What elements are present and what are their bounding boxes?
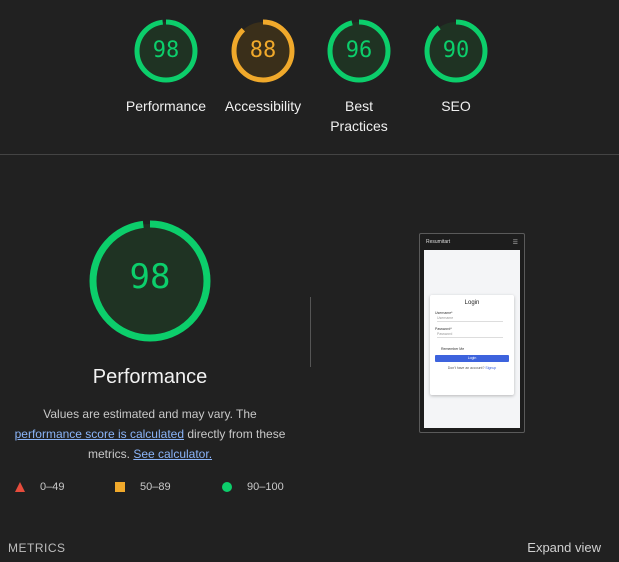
legend-average: 50–89 [115,481,171,493]
legend-pass-label: 90–100 [247,481,284,493]
vertical-divider [310,297,311,367]
gauge-seo[interactable]: 90 SEO [401,18,511,116]
signup-prompt: Don't have an account? [447,366,486,370]
performance-description: Values are estimated and may vary. The p… [0,404,300,464]
legend-pass: 90–100 [222,481,284,493]
gauge-accessibility[interactable]: 88 Accessibility [208,18,318,116]
gauge-label: SEO [441,98,471,114]
square-icon [115,482,125,492]
login-button: Login [435,355,509,362]
gauge-label: Accessibility [224,98,302,114]
circle-icon [222,482,232,492]
gauge-label: Best Practices [330,98,388,134]
section-divider [0,154,619,155]
username-field: Username [437,316,503,322]
final-screenshot[interactable]: Resumitart ☰ Login Username* Username Pa… [419,233,525,433]
metrics-heading: METRICS [8,541,66,555]
legend-fail-label: 0–49 [40,481,65,493]
score-legend: 0–49 50–89 90–100 [0,481,310,497]
performance-title: Performance [92,366,208,388]
remember-me: Remember Me [441,347,465,351]
triangle-icon [15,482,25,492]
desc-line-2: performance score is calculated directly… [0,424,300,464]
gauge-performance[interactable]: 98 Performance [111,18,221,116]
gauge-score: 96 [345,38,373,63]
gauge-best-practices[interactable]: 96 Best Practices [304,18,414,136]
performance-score: 98 [129,257,171,297]
legend-average-label: 50–89 [140,481,171,493]
screenshot-app-name: Resumitart [426,239,451,245]
login-title: Login [464,300,480,306]
performance-gauge: 98 [87,218,213,344]
score-calculated-link[interactable]: performance score is calculated [15,427,184,441]
expand-view-button[interactable]: Expand view [527,540,601,555]
password-field: Password [437,332,503,338]
password-label: Password* [435,327,452,331]
signup-text: Don't have an account? Signup [430,366,514,370]
desc-line: Values are estimated and may vary. The [43,407,257,421]
screenshot-topbar: Resumitart ☰ [420,234,524,250]
legend-fail: 0–49 [15,481,64,493]
signup-link: Signup [485,366,497,370]
gauge-label: Performance [125,98,207,114]
screenshot-screen: Login Username* Username Password* Passw… [424,250,520,428]
gauge-score: 90 [442,38,470,63]
gauge-score: 88 [249,38,277,63]
hamburger-icon: ☰ [512,239,518,246]
login-card: Login Username* Username Password* Passw… [430,295,514,395]
see-calculator-link[interactable]: See calculator. [133,447,212,461]
gauge-score: 98 [152,38,180,63]
category-gauges: 98 Performance 88 Accessibility 96 Best … [0,0,619,155]
username-label: Username* [435,311,453,315]
